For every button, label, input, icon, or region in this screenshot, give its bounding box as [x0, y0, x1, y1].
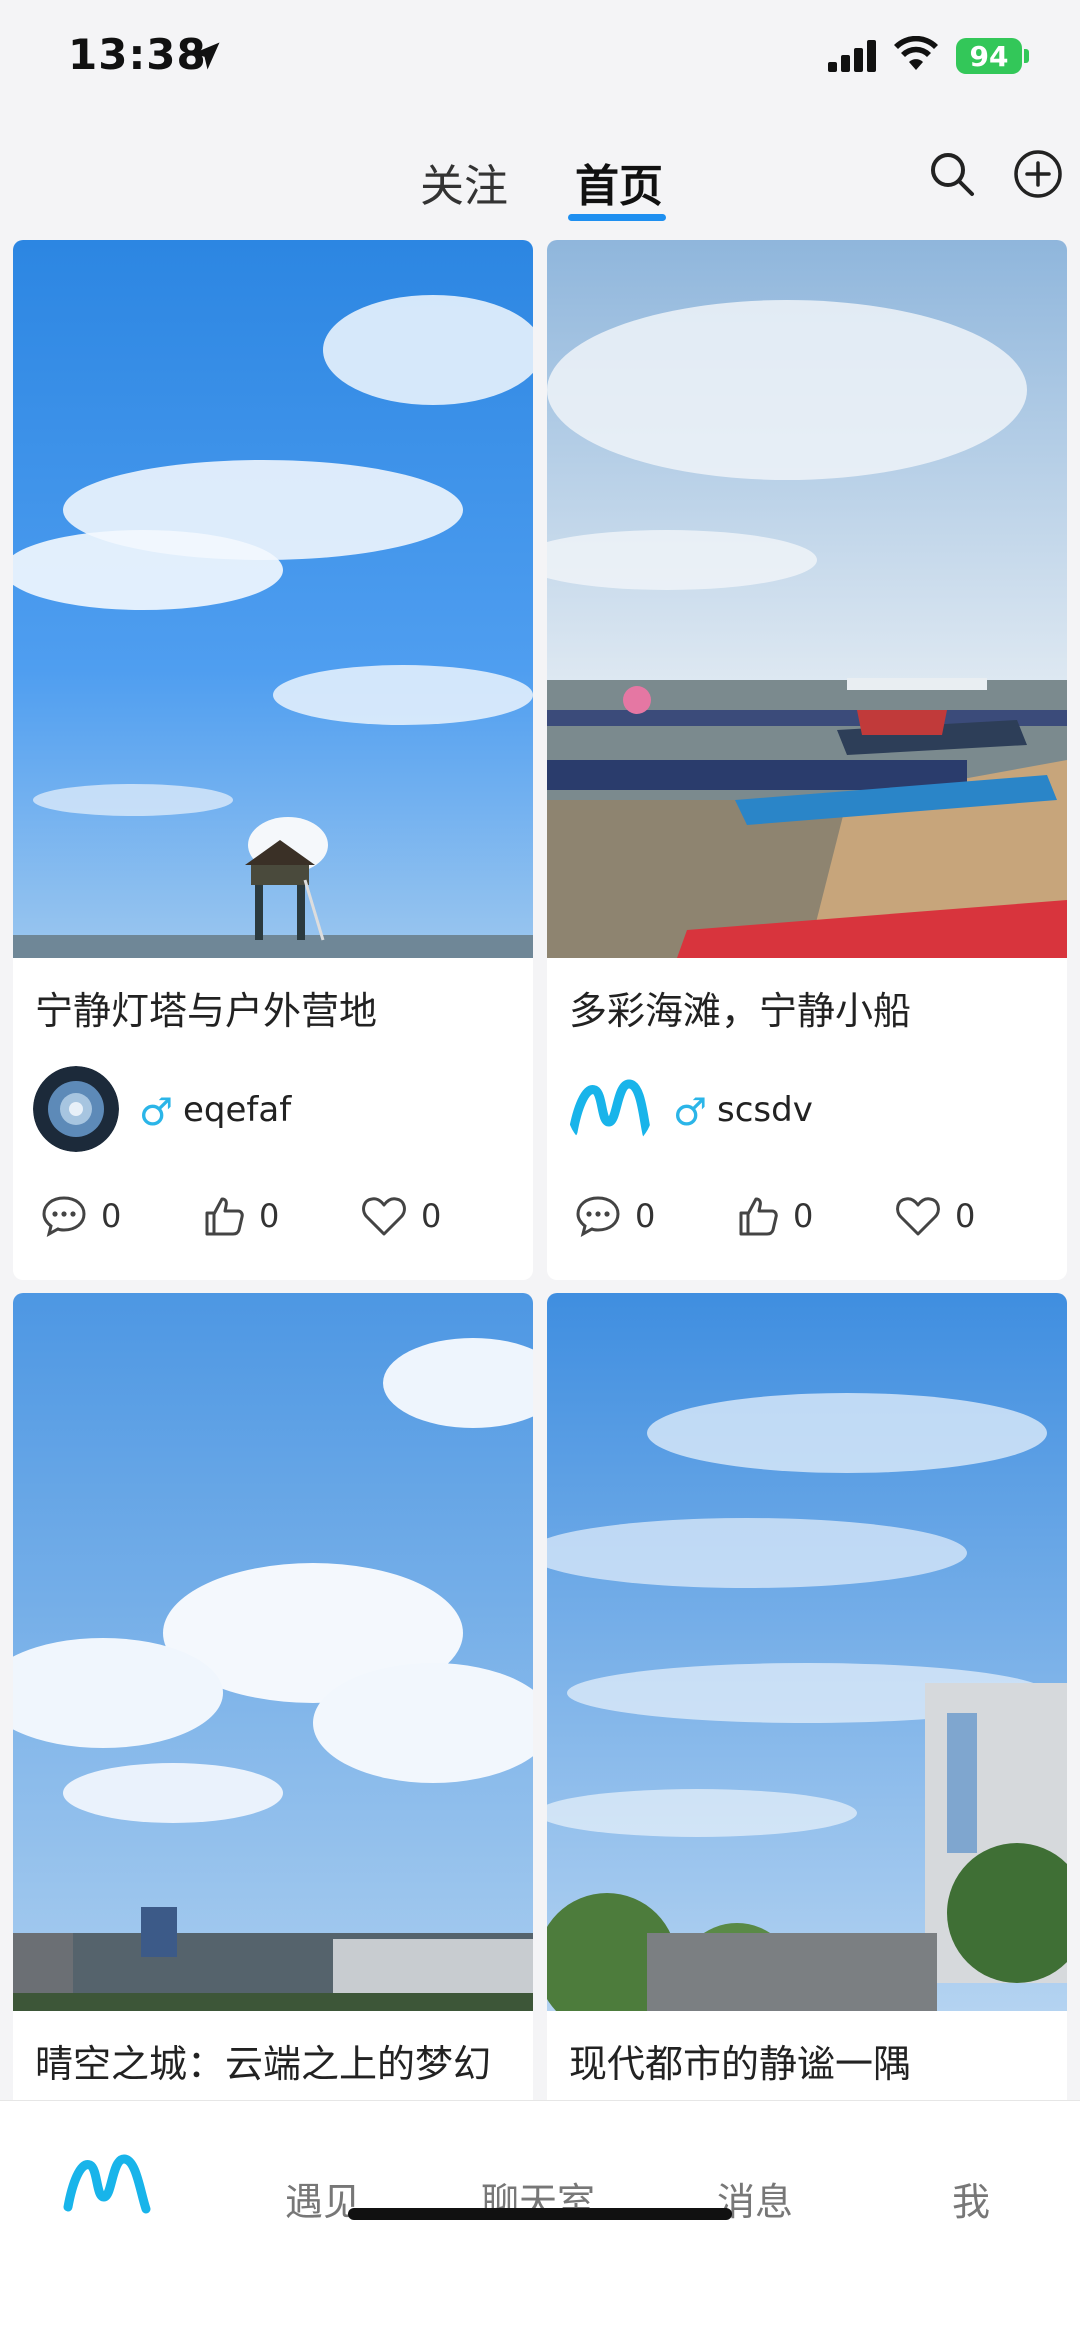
search-icon[interactable]: [926, 148, 978, 200]
post-title[interactable]: 宁静灯塔与户外营地: [35, 980, 377, 1035]
tab-home[interactable]: 首页: [575, 150, 663, 214]
post-title[interactable]: 现代都市的静谧一隅: [569, 2033, 911, 2088]
comment-stat[interactable]: 0: [575, 1188, 655, 1244]
post-image-lighthouse[interactable]: [13, 240, 533, 958]
cellular-signal-icon: [828, 40, 876, 72]
post-title[interactable]: 晴空之城：云端之上的梦幻: [35, 2033, 491, 2088]
comment-count: 0: [635, 1197, 656, 1235]
comment-icon: [576, 1196, 620, 1237]
post-stats: 0 0 0: [33, 1188, 513, 1248]
thumbs-up-icon: [205, 1197, 244, 1236]
post-title[interactable]: 多彩海滩，宁静小船: [569, 980, 911, 1035]
author-name[interactable]: eqefaf: [183, 1090, 291, 1130]
post-card[interactable]: 晴空之城：云端之上的梦幻: [13, 1293, 533, 2100]
location-arrow-icon: [192, 42, 220, 70]
like-count: 0: [259, 1197, 280, 1235]
favorite-count: 0: [955, 1197, 976, 1235]
post-card[interactable]: 现代都市的静谧一隅: [547, 1293, 1067, 2100]
male-icon: ♂: [673, 1090, 708, 1134]
like-stat[interactable]: 0: [737, 1188, 813, 1244]
status-bar: 13:38 94: [0, 0, 1080, 118]
heart-icon: [362, 1197, 406, 1236]
app-logo-home-icon[interactable]: [62, 2141, 152, 2221]
post-image-beach-boats[interactable]: [547, 240, 1067, 958]
favorite-stat[interactable]: 0: [361, 1188, 441, 1244]
post-card[interactable]: 多彩海滩，宁静小船 ♂ scsdv 0 0 0: [547, 240, 1067, 1280]
like-count: 0: [793, 1197, 814, 1235]
top-navigation: 关注 首页: [0, 140, 1080, 230]
heart-icon: [896, 1197, 940, 1236]
thumbs-up-icon: [739, 1197, 778, 1236]
comment-icon: [42, 1196, 86, 1237]
post-stats: 0 0 0: [567, 1188, 1047, 1248]
avatar[interactable]: [567, 1066, 653, 1152]
post-feed: 宁静灯塔与户外营地 ♂ eqefaf 0 0 0 多彩海滩，宁静小船 ♂ scs…: [0, 240, 1080, 2100]
male-icon: ♂: [139, 1090, 174, 1134]
favorite-count: 0: [421, 1197, 442, 1235]
author-name[interactable]: scsdv: [717, 1090, 813, 1130]
add-circle-icon[interactable]: [1012, 148, 1064, 200]
post-author[interactable]: ♂ eqefaf: [33, 1066, 513, 1156]
post-author[interactable]: ♂ scsdv: [567, 1066, 1047, 1156]
comment-stat[interactable]: 0: [41, 1188, 121, 1244]
battery-indicator: 94: [956, 38, 1022, 74]
post-image-city-sky[interactable]: [13, 1293, 533, 2011]
wifi-icon: [894, 36, 938, 70]
comment-count: 0: [101, 1197, 122, 1235]
post-image-modern-building[interactable]: [547, 1293, 1067, 2043]
battery-level: 94: [969, 39, 1009, 73]
status-time: 13:38: [68, 30, 207, 79]
avatar[interactable]: [33, 1066, 119, 1152]
post-card[interactable]: 宁静灯塔与户外营地 ♂ eqefaf 0 0 0: [13, 240, 533, 1280]
like-stat[interactable]: 0: [203, 1188, 279, 1244]
active-tab-indicator: [568, 214, 666, 221]
tab-follow[interactable]: 关注: [420, 150, 508, 214]
nav-me[interactable]: 我: [952, 2171, 990, 2226]
home-indicator: [348, 2208, 732, 2220]
favorite-stat[interactable]: 0: [895, 1188, 975, 1244]
battery-cap: [1024, 49, 1029, 63]
